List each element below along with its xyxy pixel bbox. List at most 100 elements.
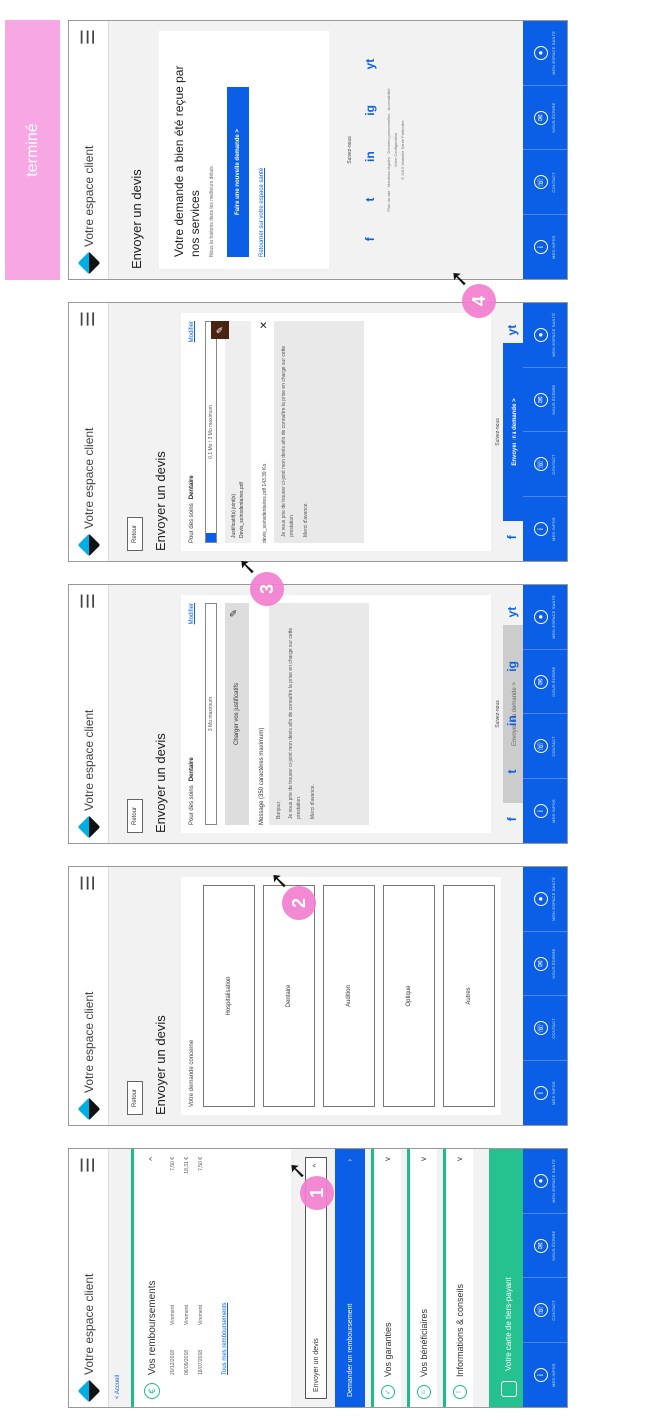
screen-upload-quote: Votre espace client ☰ Retour Envoyer un d…: [68, 584, 568, 844]
nav-item-write[interactable]: ✉ Nous écrire: [523, 84, 567, 150]
linkedin-icon[interactable]: in: [505, 715, 519, 726]
accordion-beneficiaries[interactable]: ☺ Vos bénéficiaires v: [407, 1149, 437, 1407]
message-textarea[interactable]: Je vous prie de trouver ci-joint mon dev…: [274, 321, 364, 543]
category-audition[interactable]: Audition: [323, 885, 375, 1107]
modify-link[interactable]: Modifier: [189, 603, 195, 624]
facebook-icon[interactable]: f: [363, 237, 377, 241]
follow-us: Suivez-nous f t in ig yt: [495, 606, 519, 822]
nav-item-contact[interactable]: ☏ Contact: [523, 149, 567, 215]
twitter-icon[interactable]: t: [505, 488, 519, 492]
menu-icon[interactable]: ☰: [78, 593, 99, 609]
screen-file-attached: Votre espace client ☰ Retour Envoyer un d…: [68, 302, 568, 562]
nav-item-infos[interactable]: i Mes infos: [523, 778, 567, 843]
follow-us: Suivez-nous f t in ig yt: [495, 324, 519, 540]
tiers-payant-card-button[interactable]: Votre carte de tiers-payant: [489, 1149, 523, 1407]
euro-icon: €: [144, 1383, 160, 1399]
user-icon: ●: [534, 1173, 548, 1188]
chevron-up-icon[interactable]: ^: [148, 1157, 157, 1161]
nav-item-health[interactable]: ● Mon espace santé: [523, 585, 567, 649]
menu-icon[interactable]: ☰: [78, 875, 99, 891]
facebook-icon[interactable]: f: [505, 535, 519, 539]
logo-icon: [77, 1379, 100, 1403]
back-button[interactable]: Retour: [127, 1081, 143, 1115]
nav-item-health[interactable]: ● Mon espace santé: [523, 21, 567, 85]
nav-item-contact[interactable]: ☏ Contact: [523, 713, 567, 779]
back-home-link[interactable]: < Accueil: [109, 1149, 127, 1407]
linkedin-icon[interactable]: in: [505, 433, 519, 444]
logo-icon: [77, 533, 100, 557]
upload-progress: 0,1 Mo / 3 Mo maximum: [205, 321, 217, 543]
phone-icon: ☏: [534, 1303, 548, 1318]
nav-item-infos[interactable]: i Mes infos: [523, 496, 567, 561]
back-to-space-link[interactable]: Retourner sur votre espace santé: [259, 43, 265, 257]
nav-item-health[interactable]: ● Mon espace santé: [523, 867, 567, 931]
guarantees-icon: ✓: [380, 1385, 395, 1399]
step-badge-3: 3: [250, 572, 284, 606]
nav-item-write[interactable]: ✉ Nous écrire: [523, 930, 567, 996]
nav-item-infos[interactable]: i Mes infos: [523, 1342, 567, 1407]
all-reimbursements-link[interactable]: Tous mes remboursements: [208, 1149, 228, 1407]
category-optique[interactable]: Optique: [383, 885, 435, 1107]
reimbursements-title: Vos remboursements: [146, 1280, 158, 1376]
facebook-icon[interactable]: f: [505, 817, 519, 821]
chevron-up-icon: ^: [312, 1164, 320, 1168]
nav-item-infos[interactable]: i Mes infos: [523, 214, 567, 279]
instagram-icon[interactable]: ig: [505, 661, 519, 672]
instagram-icon[interactable]: ig: [363, 105, 377, 116]
message-textarea[interactable]: Bonjour, Je vous prie de trouver ci-joint…: [269, 603, 369, 825]
app-title: Votre espace client: [81, 1273, 96, 1375]
bulb-icon: !: [452, 1385, 467, 1399]
category-dentaire[interactable]: Dentaire: [263, 885, 315, 1107]
nav-item-contact[interactable]: ☏ Contact: [523, 431, 567, 497]
upload-button[interactable]: Charger vos justificatifs ✎: [225, 603, 249, 825]
done-tag: terminé: [5, 20, 60, 280]
chevron-down-icon: v: [383, 1157, 392, 1161]
linkedin-icon[interactable]: in: [363, 151, 377, 162]
chevron-right-icon: ›: [346, 1159, 354, 1162]
info-icon: i: [534, 1368, 548, 1383]
chevron-down-icon: v: [419, 1157, 428, 1161]
reimbursements-panel: € Vos remboursements ^ 20/12/2018 Viremen…: [131, 1149, 291, 1407]
back-button[interactable]: Retour: [127, 517, 143, 551]
file-item: devis_soinsdentaires.pdf 143.39 Ko ✕: [259, 321, 270, 543]
nav-item-health[interactable]: ● Mon espace santé: [523, 303, 567, 367]
youtube-icon[interactable]: yt: [505, 325, 519, 336]
twitter-icon[interactable]: t: [363, 198, 377, 202]
youtube-icon[interactable]: yt: [363, 59, 377, 70]
footer: Plan du site · Mentions légales · Donnée…: [386, 88, 405, 212]
request-reimbursement-button[interactable]: Demander un remboursement ›: [335, 1149, 365, 1407]
logo-icon: [77, 251, 100, 275]
confirmation-card: Votre demande a bien été reçue par nos s…: [159, 31, 329, 269]
table-row: 16/07/2018 Virement 7,50 €: [198, 1157, 204, 1375]
back-button[interactable]: Retour: [127, 799, 143, 833]
accordion-info[interactable]: ! Informations & conseils v: [443, 1149, 473, 1407]
youtube-icon[interactable]: yt: [505, 607, 519, 618]
nav-item-contact[interactable]: ☏ Contact: [523, 1277, 567, 1343]
paperclip-icon[interactable]: ✎: [211, 321, 229, 339]
nav-item-write[interactable]: ✉ Nous écrire: [523, 1212, 567, 1278]
header: Votre espace client ☰: [69, 1149, 109, 1407]
nav-item-contact[interactable]: ☏ Contact: [523, 995, 567, 1061]
nav-item-write[interactable]: ✉ Nous écrire: [523, 366, 567, 432]
remove-file-icon[interactable]: ✕: [259, 321, 270, 329]
nav-item-write[interactable]: ✉ Nous écrire: [523, 648, 567, 714]
chevron-down-icon: v: [455, 1157, 464, 1161]
menu-icon[interactable]: ☰: [78, 29, 99, 45]
menu-icon[interactable]: ☰: [78, 311, 99, 327]
step-badge-1: 1: [300, 1176, 334, 1210]
confirmation-title: Votre demande a bien été reçue par nos s…: [172, 65, 202, 257]
twitter-icon[interactable]: t: [505, 770, 519, 774]
menu-icon[interactable]: ☰: [78, 1157, 99, 1173]
card-icon: [501, 1381, 517, 1397]
logo-icon: [77, 1097, 100, 1121]
category-autres[interactable]: Autres: [443, 885, 495, 1107]
social-links: f t in ig yt: [363, 41, 377, 259]
accordion-guarantees[interactable]: ✓ Vos garanties v: [371, 1149, 401, 1407]
nav-item-infos[interactable]: i Mes infos: [523, 1060, 567, 1125]
new-request-button[interactable]: Faire une nouvelle demande >: [227, 87, 249, 257]
category-hospitalisation[interactable]: Hospitalisation: [203, 885, 255, 1107]
nav-item-health[interactable]: ● Mon espace santé: [523, 1149, 567, 1213]
screen-confirmation: Votre espace client ☰ Envoyer un devis Vo…: [68, 20, 568, 280]
modify-link[interactable]: Modifier: [189, 321, 195, 342]
instagram-icon[interactable]: ig: [505, 379, 519, 390]
